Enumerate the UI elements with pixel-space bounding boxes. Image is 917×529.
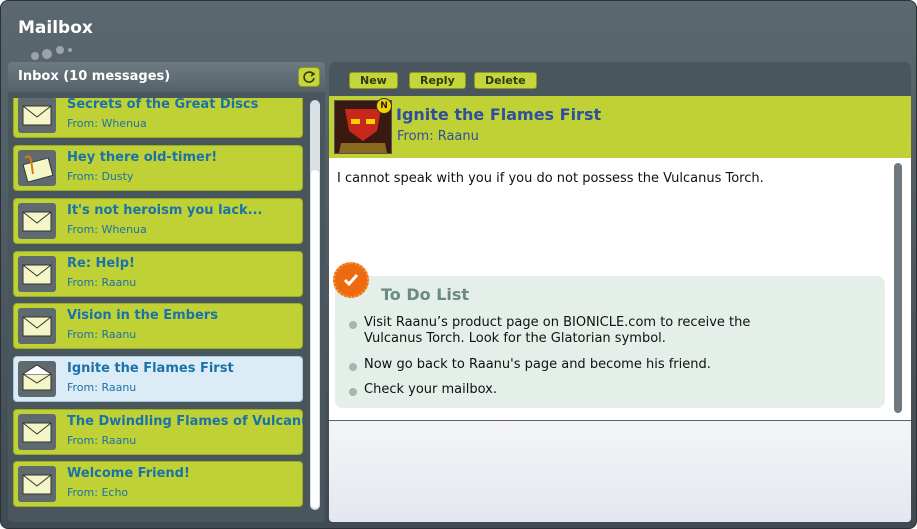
todo-item-text: Check your mailbox. [364,382,497,397]
refresh-button[interactable] [298,67,320,87]
todo-title: To Do List [381,285,470,304]
message-from: From: Echo [67,486,129,499]
message-list[interactable]: Secrets of the Great Discs From: Whenua … [13,98,303,514]
message-subject: Ignite the Flames First [67,361,234,376]
todo-list: To Do List Visit Raanu’s product page on… [333,262,885,408]
message-subject: The Dwindling Flames of Vulcanus [67,414,303,429]
delete-button[interactable]: Delete [474,72,537,89]
list-item-selected[interactable]: Ignite the Flames First From: Raanu [13,356,303,402]
envelope-icon [18,466,56,502]
bullet-icon [349,363,357,371]
list-item[interactable]: Re: Help! From: Raanu [13,251,303,297]
bullet-icon [349,321,357,329]
envelope-open-icon [18,361,56,397]
window-title: Mailbox [18,18,93,38]
message-body-text: I cannot speak with you if you do not po… [337,171,764,186]
list-item[interactable]: The Dwindling Flames of Vulcanus From: R… [13,409,303,455]
message-sender: From: Raanu [397,129,479,144]
envelope-clip-icon [18,150,56,186]
message-subject: Secrets of the Great Discs [67,98,259,112]
message-header: N Ignite the Flames First From: Raanu [329,96,911,158]
toolbar: New Reply Delete [329,62,911,96]
message-from: From: Raanu [67,328,137,341]
list-item[interactable]: Secrets of the Great Discs From: Whenua [13,98,303,138]
reply-button[interactable]: Reply [409,72,466,89]
body-scrollbar[interactable] [894,163,902,413]
envelope-icon [18,203,56,239]
message-from: From: Whenua [67,223,147,236]
message-from: From: Raanu [67,276,137,289]
message-subject: Welcome Friend! [67,466,190,481]
todo-item-text: Now go back to Raanu's page and become h… [364,357,711,372]
inbox-panel: Inbox (10 messages) Secrets of the Great… [8,62,325,522]
message-from: From: Dusty [67,170,134,183]
checkmark-badge-icon [333,262,369,298]
inbox-scrollbar-thumb[interactable] [311,170,319,508]
message-subject: Hey there old-timer! [67,150,218,165]
envelope-icon [18,256,56,292]
refresh-icon [303,71,316,83]
message-subject-heading: Ignite the Flames First [396,105,602,124]
envelope-icon [18,414,56,450]
message-subject: It's not heroism you lack... [67,203,263,218]
envelope-icon [18,98,56,133]
list-item[interactable]: Vision in the Embers From: Raanu [13,303,303,349]
inbox-title: Inbox (10 messages) [18,69,171,84]
new-button[interactable]: New [349,72,398,89]
reading-pane: New Reply Delete N Ignite the Flames Fir… [329,62,911,522]
message-from: From: Whenua [67,117,147,130]
message-from: From: Raanu [67,434,137,447]
todo-item-text: Visit Raanu’s product page on BIONICLE.c… [364,315,751,346]
new-badge: N [376,98,392,114]
bullet-icon [349,388,357,396]
list-item[interactable]: Hey there old-timer! From: Dusty [13,145,303,191]
message-subject: Re: Help! [67,256,135,271]
message-from: From: Raanu [67,381,137,394]
inbox-header: Inbox (10 messages) [8,62,325,92]
reply-area [329,422,911,522]
list-item[interactable]: Welcome Friend! From: Echo [13,461,303,507]
mailbox-window: Mailbox Inbox (10 messages) Secrets of t… [0,0,917,529]
message-subject: Vision in the Embers [67,308,218,323]
list-item[interactable]: It's not heroism you lack... From: Whenu… [13,198,303,244]
message-body: I cannot speak with you if you do not po… [329,158,911,421]
envelope-icon [18,308,56,344]
